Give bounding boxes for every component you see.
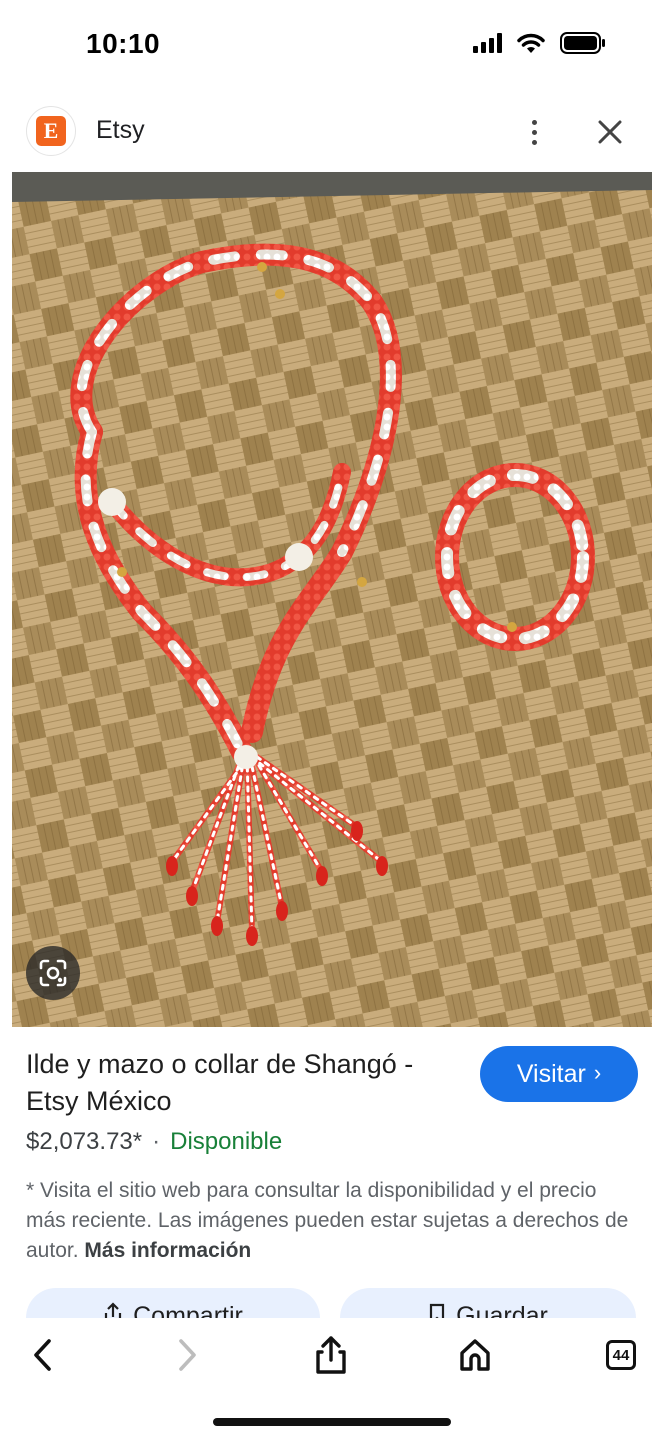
more-info-link[interactable]: Más información (84, 1239, 251, 1262)
product-title[interactable]: Ilde y mazo o collar de Shangó - Etsy Mé… (26, 1046, 466, 1120)
home-icon[interactable] (450, 1330, 500, 1380)
signal-icon (473, 33, 502, 53)
source-header: E Etsy (0, 100, 664, 164)
etsy-logo-icon: E (36, 116, 66, 146)
more-vert-icon[interactable] (516, 110, 552, 154)
wifi-icon (516, 32, 546, 54)
product-image[interactable] (12, 172, 652, 1027)
product-price: $2,073.73* (26, 1128, 143, 1155)
status-icons (473, 32, 606, 54)
status-time: 10:10 (86, 28, 161, 59)
lens-icon[interactable] (26, 946, 80, 1000)
disclaimer: * Visita el sitio web para consultar la … (26, 1176, 636, 1266)
tabs-count: 44 (606, 1340, 636, 1370)
availability-status: Disponible (170, 1128, 283, 1155)
site-name[interactable]: Etsy (96, 116, 145, 145)
separator: · (152, 1128, 161, 1155)
page: 10:10 E Etsy Ilde y mazo o collar de Sha… (0, 0, 664, 1440)
visit-button-label: Visitar (516, 1059, 586, 1088)
tabs-icon[interactable]: 44 (596, 1330, 646, 1380)
visit-button[interactable]: Visitar › (480, 1046, 638, 1102)
price-row: $2,073.73* · Disponible (26, 1128, 282, 1156)
back-icon[interactable] (18, 1330, 68, 1380)
forward-icon[interactable] (162, 1330, 212, 1380)
battery-icon (560, 32, 606, 54)
chevron-right-icon: › (593, 1059, 602, 1085)
close-icon[interactable] (590, 112, 630, 152)
share-icon[interactable] (306, 1330, 356, 1380)
home-indicator (213, 1418, 451, 1426)
status-bar: 10:10 (0, 0, 664, 90)
site-logo[interactable]: E (26, 106, 76, 156)
